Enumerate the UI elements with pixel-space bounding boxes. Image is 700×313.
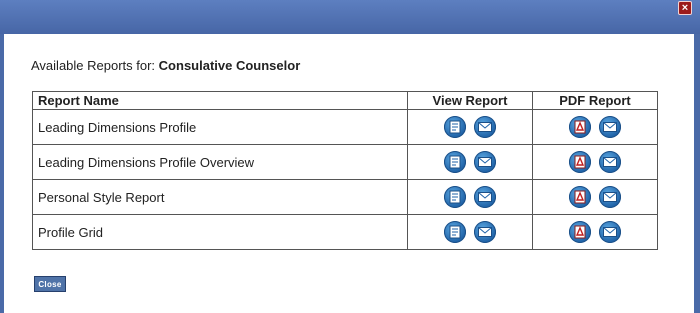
pdf-report-cell [532, 214, 658, 250]
email-icon[interactable] [474, 221, 496, 243]
table-row: Profile Grid [32, 214, 658, 250]
email-icon[interactable] [599, 221, 621, 243]
reports-table: Report Name View Report PDF Report Leadi… [32, 91, 658, 250]
table-row: Leading Dimensions Profile [32, 109, 658, 145]
window-titlebar: × [0, 0, 700, 34]
report-name: Leading Dimensions Profile [32, 109, 408, 145]
report-name: Profile Grid [32, 214, 408, 250]
report-name: Leading Dimensions Profile Overview [32, 144, 408, 180]
heading-prefix: Available Reports for: [31, 58, 156, 73]
document-icon[interactable] [444, 221, 466, 243]
pdf-icon[interactable] [569, 221, 591, 243]
email-icon[interactable] [474, 116, 496, 138]
page-title: Available Reports for: Consulative Couns… [31, 58, 300, 73]
document-icon[interactable] [444, 186, 466, 208]
document-icon[interactable] [444, 116, 466, 138]
view-report-cell [407, 179, 533, 215]
table-header-row: Report Name View Report PDF Report [32, 91, 658, 110]
email-icon[interactable] [474, 151, 496, 173]
pdf-icon[interactable] [569, 151, 591, 173]
column-header-report-name: Report Name [32, 91, 408, 110]
close-button[interactable]: Close [34, 276, 66, 292]
email-icon[interactable] [599, 116, 621, 138]
heading-subject: Consulative Counselor [158, 58, 301, 73]
column-header-pdf-report: PDF Report [532, 91, 658, 110]
pdf-icon[interactable] [569, 116, 591, 138]
email-icon[interactable] [599, 186, 621, 208]
pdf-report-cell [532, 144, 658, 180]
pdf-report-cell [532, 179, 658, 215]
view-report-cell [407, 144, 533, 180]
email-icon[interactable] [474, 186, 496, 208]
window-close-icon[interactable]: × [678, 1, 692, 15]
report-name: Personal Style Report [32, 179, 408, 215]
email-icon[interactable] [599, 151, 621, 173]
view-report-cell [407, 214, 533, 250]
dialog-panel: Available Reports for: Consulative Couns… [4, 34, 694, 313]
pdf-icon[interactable] [569, 186, 591, 208]
table-row: Leading Dimensions Profile Overview [32, 144, 658, 180]
view-report-cell [407, 109, 533, 145]
table-row: Personal Style Report [32, 179, 658, 215]
pdf-report-cell [532, 109, 658, 145]
column-header-view-report: View Report [407, 91, 533, 110]
document-icon[interactable] [444, 151, 466, 173]
